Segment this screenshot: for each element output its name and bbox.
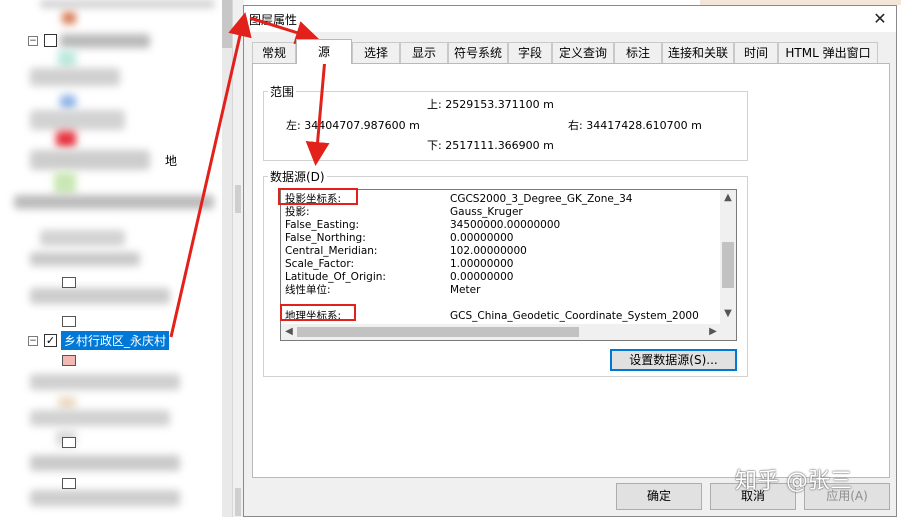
masked-row: [40, 230, 125, 246]
tab-general[interactable]: 常规: [252, 42, 296, 63]
selected-layer-name[interactable]: 乡村行政区_永庆村: [61, 331, 170, 350]
tab-symbology[interactable]: 符号系统: [448, 42, 508, 63]
extent-bottom: 下: 2517111.366900 m: [427, 139, 554, 152]
layer-swatch: [62, 355, 76, 366]
dialog-titlebar[interactable]: 图层属性 ✕: [244, 6, 896, 32]
toc-scrollbar-thumb[interactable]: [222, 0, 232, 48]
masked-row: [30, 490, 180, 506]
annotation-box-geographic-cs: [280, 304, 356, 321]
chevron-up-icon[interactable]: ▲: [720, 192, 736, 203]
masked-row: [30, 374, 180, 390]
masked-row: [40, 0, 215, 8]
collapse-icon[interactable]: −: [28, 36, 38, 46]
masked-swatch: [58, 50, 76, 68]
layer-checkbox[interactable]: ✓: [44, 334, 57, 347]
tab-source[interactable]: 源: [296, 39, 352, 64]
chevron-down-icon[interactable]: ▼: [720, 308, 736, 319]
layer-tree[interactable]: 地 − − ✓ 乡村行政区_永庆村: [0, 0, 222, 517]
tab-definition-query[interactable]: 定义查询: [552, 42, 614, 63]
datasource-group-title: 数据源(D): [268, 168, 327, 185]
ds-row-projection: 投影: Gauss_Kruger: [285, 206, 523, 218]
ds-row-scale-factor: Scale_Factor: 1.00000000: [285, 258, 514, 270]
masked-row: [30, 455, 180, 471]
dialog-title: 图层属性: [249, 13, 298, 27]
extent-right: 右: 34417428.610700 m: [568, 119, 702, 132]
tab-fields[interactable]: 字段: [508, 42, 552, 63]
masked-swatch: [60, 95, 76, 109]
masked-row: [60, 34, 150, 48]
tab-time[interactable]: 时间: [734, 42, 778, 63]
extent-group-title: 范围: [268, 83, 297, 100]
tree-node-partial-label: 地: [165, 154, 178, 168]
scrollbar-corner: [720, 324, 736, 340]
masked-row: [30, 288, 170, 304]
layer-checkbox[interactable]: [44, 34, 57, 47]
set-data-source-button[interactable]: 设置数据源(S)...: [610, 349, 737, 371]
collapse-icon[interactable]: −: [28, 336, 38, 346]
datasource-horizontal-scrollbar[interactable]: ◀ ▶: [281, 324, 721, 340]
ds-row-linear-unit: 线性单位: Meter: [285, 284, 481, 296]
masked-row: [30, 252, 140, 266]
datasource-vertical-scrollbar[interactable]: ▲ ▼: [720, 190, 736, 324]
tab-joins-relates[interactable]: 连接和关联: [662, 42, 734, 63]
masked-swatch: [56, 131, 76, 147]
masked-row: [30, 410, 170, 426]
horizontal-scroll-thumb[interactable]: [297, 327, 579, 337]
masked-swatch: [58, 396, 76, 410]
tab-selection[interactable]: 选择: [352, 42, 400, 63]
toc-scrollbar[interactable]: [222, 0, 232, 517]
splitter-grip: [235, 488, 241, 516]
chevron-left-icon[interactable]: ◀: [281, 326, 297, 337]
close-icon[interactable]: ✕: [870, 9, 890, 29]
masked-row: [30, 68, 120, 86]
masked-swatch: [54, 172, 76, 194]
watermark: 知乎 @张三: [735, 469, 852, 494]
tab-display[interactable]: 显示: [400, 42, 448, 63]
annotation-box-projected-cs: [278, 188, 358, 205]
tab-labels[interactable]: 标注: [614, 42, 662, 63]
splitter-grip: [235, 185, 241, 213]
vertical-scroll-thumb[interactable]: [722, 242, 734, 288]
ds-row-central-meridian: Central_Meridian: 102.00000000: [285, 245, 527, 257]
ok-button[interactable]: 确定: [616, 483, 702, 510]
layer-swatch: [62, 437, 76, 448]
layer-swatch: [62, 478, 76, 489]
masked-row: [30, 150, 150, 170]
extent-left: 左: 34404707.987600 m: [286, 119, 420, 132]
ds-row-latitude-origin: Latitude_Of_Origin: 0.00000000: [285, 271, 514, 283]
extent-top: 上: 2529153.371100 m: [427, 98, 554, 111]
tab-html-popup[interactable]: HTML 弹出窗口: [778, 42, 878, 63]
masked-row: [30, 110, 125, 130]
ds-row-false-easting: False_Easting: 34500000.00000000: [285, 219, 561, 231]
chevron-right-icon[interactable]: ▶: [705, 326, 721, 337]
masked-swatch: [62, 12, 76, 24]
layer-swatch: [62, 316, 76, 327]
masked-row: [14, 195, 214, 209]
layer-swatch: [62, 277, 76, 288]
ds-row-false-northing: False_Northing: 0.00000000: [285, 232, 514, 244]
